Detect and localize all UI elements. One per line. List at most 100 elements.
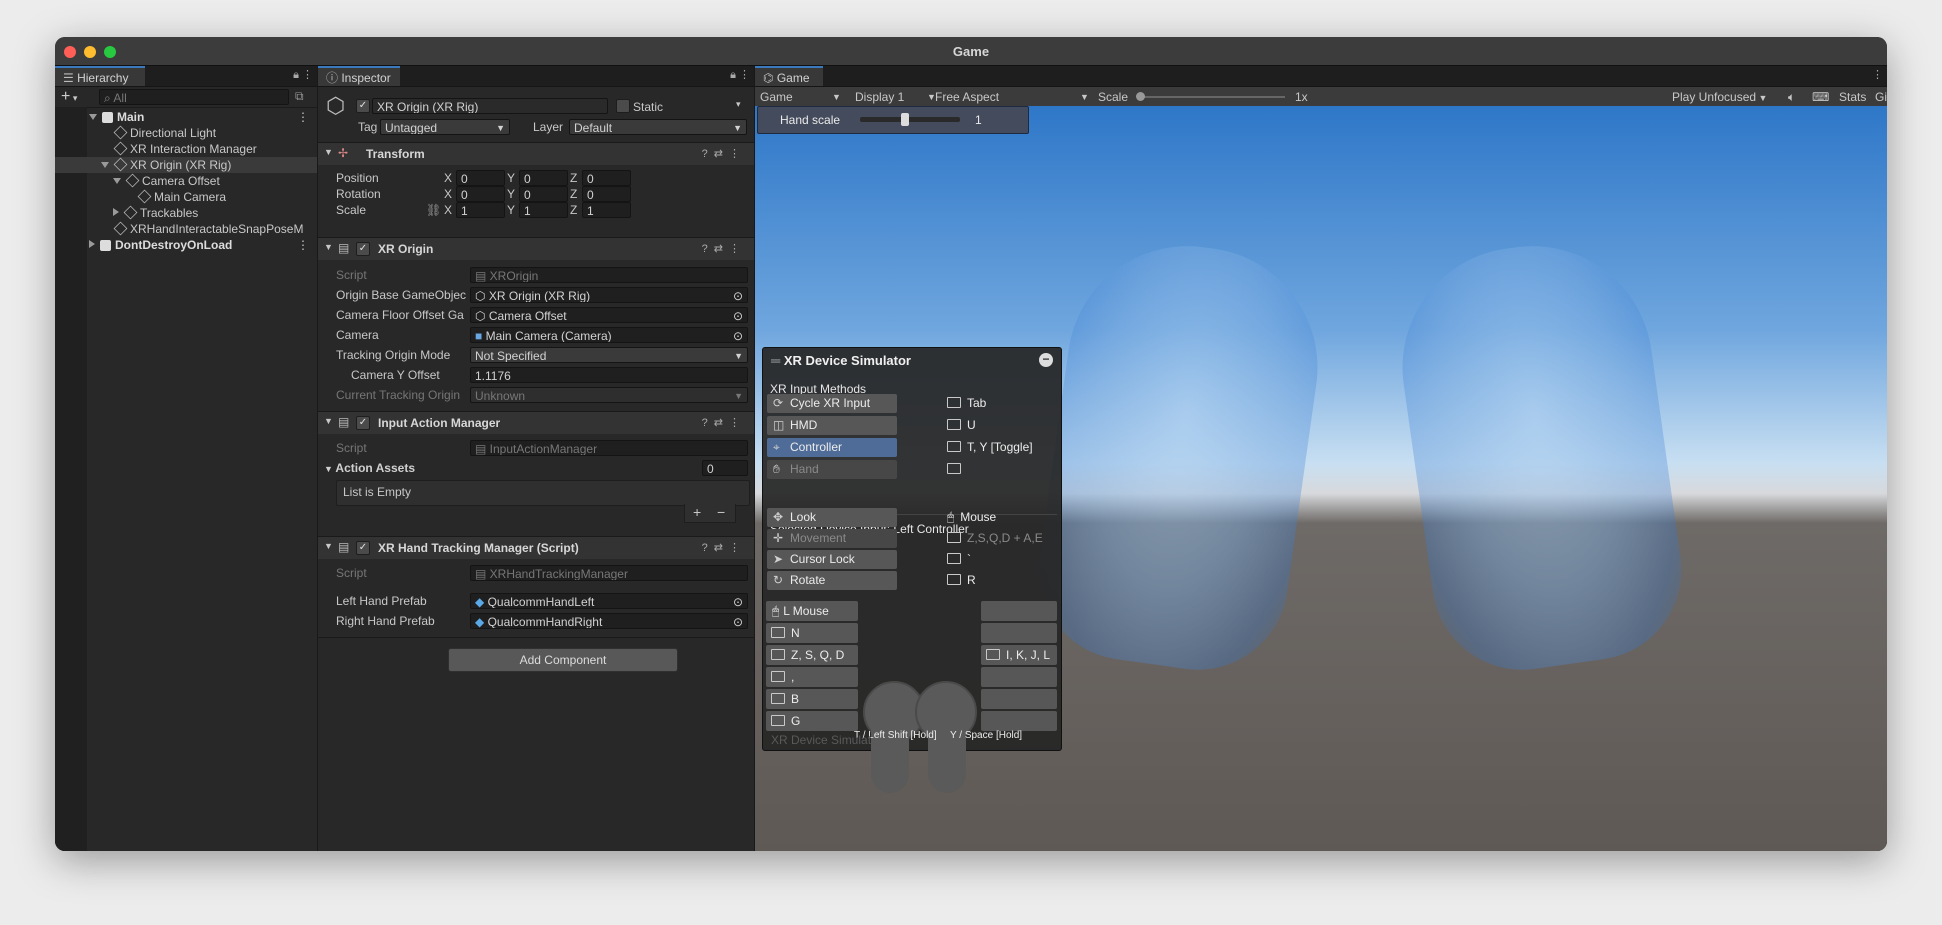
action-assets-count-field[interactable]: 0 bbox=[702, 460, 748, 476]
gizmos-dropdown[interactable]: Gizmos ▼ bbox=[1875, 89, 1887, 105]
list-add-button[interactable]: + bbox=[693, 504, 701, 520]
chevron-down-icon[interactable]: ▾ bbox=[736, 99, 741, 110]
transform-scale-y-field[interactable]: 1 bbox=[519, 202, 568, 218]
foldout-arrow-icon[interactable] bbox=[89, 240, 95, 248]
list-remove-button[interactable]: − bbox=[717, 504, 725, 520]
hand-scale-slider-handle[interactable] bbox=[901, 113, 909, 126]
lock-icon[interactable]: 🔒︎ bbox=[730, 69, 736, 81]
xr-origin-enabled-checkbox[interactable]: ✓ bbox=[356, 242, 370, 256]
foldout-arrow-icon[interactable] bbox=[113, 178, 121, 184]
kebab-menu-icon[interactable]: ⋮ bbox=[729, 542, 746, 554]
camera-field[interactable]: ■ Main Camera (Camera) ⊙ bbox=[470, 327, 748, 343]
transform-position-z-field[interactable]: 0 bbox=[582, 170, 631, 186]
tab-inspector[interactable]: ⓘ Inspector bbox=[318, 66, 400, 86]
left-controller-binding[interactable]: 🖱︎ L Mouse bbox=[766, 601, 858, 621]
right-controller-binding[interactable] bbox=[981, 601, 1057, 621]
hierarchy-search-input[interactable]: ⌕ All bbox=[99, 89, 289, 105]
transform-rotation-y-field[interactable]: 0 bbox=[519, 186, 568, 202]
scale-slider[interactable] bbox=[1136, 92, 1285, 101]
foldout-arrow-icon[interactable]: ▼ bbox=[324, 242, 333, 252]
static-checkbox[interactable] bbox=[616, 99, 630, 113]
origin-base-field[interactable]: ⬡ XR Origin (XR Rig) ⊙ bbox=[470, 287, 748, 303]
object-active-checkbox[interactable]: ✓ bbox=[356, 99, 370, 113]
kebab-menu-icon[interactable]: ⋮ bbox=[1872, 69, 1883, 81]
hierarchy-item[interactable]: Directional Light bbox=[55, 125, 317, 141]
kebab-menu-icon[interactable]: ⋮ bbox=[297, 109, 309, 125]
camera-y-offset-field[interactable]: 1.1176 bbox=[470, 367, 748, 383]
preset-icon[interactable]: ⇄ bbox=[714, 417, 729, 429]
right-controller-binding[interactable] bbox=[981, 667, 1057, 687]
hierarchy-item[interactable]: Camera Offset bbox=[55, 173, 317, 189]
object-picker-icon[interactable]: ⊙ bbox=[733, 308, 743, 322]
scale-slider-handle[interactable] bbox=[1136, 92, 1145, 101]
hand-tracking-manager-enabled-checkbox[interactable]: ✓ bbox=[356, 541, 370, 555]
layer-dropdown[interactable]: Default ▼ bbox=[569, 119, 747, 135]
hierarchy-item[interactable]: XR Interaction Manager bbox=[55, 141, 317, 157]
camera-floor-offset-field[interactable]: ⬡ Camera Offset ⊙ bbox=[470, 307, 748, 323]
foldout-arrow-icon[interactable]: ▼ bbox=[324, 416, 333, 426]
device-input-button[interactable]: ↻ Rotate bbox=[767, 571, 897, 590]
stats-button[interactable]: Stats bbox=[1839, 89, 1866, 105]
device-input-button[interactable]: ✥ Look bbox=[767, 508, 897, 527]
kebab-menu-icon[interactable]: ⋮ bbox=[739, 69, 750, 81]
object-picker-icon[interactable]: ⊙ bbox=[733, 328, 743, 342]
view-dropdown[interactable]: Game ▼ bbox=[760, 89, 841, 105]
foldout-arrow-icon[interactable]: ▼ bbox=[324, 147, 333, 157]
right-controller-binding[interactable]: I, K, J, L bbox=[981, 645, 1057, 665]
action-assets-foldout[interactable]: ▼ Action Assets bbox=[324, 460, 415, 476]
transform-position-y-field[interactable]: 0 bbox=[519, 170, 568, 186]
hierarchy-item[interactable]: DontDestroyOnLoad ⋮ bbox=[55, 237, 317, 253]
hand-scale-slider[interactable] bbox=[860, 113, 960, 126]
kebab-menu-icon[interactable]: ⋮ bbox=[297, 237, 309, 253]
input-method-button[interactable]: ⌖ Controller bbox=[767, 438, 897, 457]
right-controller-binding[interactable] bbox=[981, 623, 1057, 643]
add-object-button[interactable]: + ▾ bbox=[61, 88, 77, 106]
tracking-origin-mode-dropdown[interactable]: Not Specified ▼ bbox=[470, 347, 748, 363]
input-action-manager-enabled-checkbox[interactable]: ✓ bbox=[356, 416, 370, 430]
device-input-button[interactable]: ➤ Cursor Lock bbox=[767, 550, 897, 569]
scene-visibility-icon[interactable]: ⧉ bbox=[295, 89, 304, 104]
display-dropdown[interactable]: Display 1 ▼ bbox=[855, 89, 936, 105]
tag-dropdown[interactable]: Untagged ▼ bbox=[380, 119, 510, 135]
hierarchy-item[interactable]: XR Origin (XR Rig) bbox=[55, 157, 317, 173]
kebab-menu-icon[interactable]: ⋮ bbox=[729, 148, 746, 160]
foldout-arrow-icon[interactable] bbox=[113, 208, 119, 216]
left-controller-binding[interactable]: G bbox=[766, 711, 858, 731]
help-icon[interactable]: ? bbox=[702, 148, 714, 160]
right-controller-binding[interactable] bbox=[981, 689, 1057, 709]
object-picker-icon[interactable]: ⊙ bbox=[733, 288, 743, 302]
preset-icon[interactable]: ⇄ bbox=[714, 243, 729, 255]
aspect-dropdown[interactable]: Free Aspect ▼ bbox=[935, 89, 1089, 105]
game-viewport[interactable]: Hand scale 1 ═ XR Device Simulator − XR … bbox=[755, 106, 1887, 851]
kebab-menu-icon[interactable]: ⋮ bbox=[729, 243, 746, 255]
input-method-button[interactable]: ⟳ Cycle XR Input bbox=[767, 394, 897, 413]
hierarchy-item[interactable]: XRHandInteractableSnapPoseM bbox=[55, 221, 317, 237]
tab-game[interactable]: ⌬ Game bbox=[755, 66, 823, 86]
hand-tracking-manager-header[interactable]: ▼ ▤ ✓ XR Hand Tracking Manager (Script) … bbox=[318, 536, 754, 559]
link-icon[interactable]: ⛓ bbox=[426, 202, 441, 218]
object-name-field[interactable]: XR Origin (XR Rig) bbox=[372, 98, 608, 114]
input-method-button[interactable]: ✋︎ Hand bbox=[767, 460, 897, 479]
transform-scale-x-field[interactable]: 1 bbox=[456, 202, 505, 218]
xr-origin-header[interactable]: ▼ ▤ ✓ XR Origin ?⇄⋮ bbox=[318, 237, 754, 260]
left-controller-binding[interactable]: Z, S, Q, D bbox=[766, 645, 858, 665]
transform-scale-z-field[interactable]: 1 bbox=[582, 202, 631, 218]
preset-icon[interactable]: ⇄ bbox=[714, 148, 729, 160]
lock-icon[interactable]: 🔒︎ bbox=[293, 69, 299, 81]
kebab-menu-icon[interactable]: ⋮ bbox=[729, 417, 746, 429]
left-hand-prefab-field[interactable]: ◆ QualcommHandLeft ⊙ bbox=[470, 593, 748, 609]
hierarchy-item[interactable]: Trackables bbox=[55, 205, 317, 221]
input-action-manager-header[interactable]: ▼ ▤ ✓ Input Action Manager ?⇄⋮ bbox=[318, 411, 754, 434]
left-controller-binding[interactable]: , bbox=[766, 667, 858, 687]
object-picker-icon[interactable]: ⊙ bbox=[733, 614, 743, 628]
hierarchy-item[interactable]: Main Camera bbox=[55, 189, 317, 205]
right-hand-prefab-field[interactable]: ◆ QualcommHandRight ⊙ bbox=[470, 613, 748, 629]
device-input-button[interactable]: ✛ Movement bbox=[767, 529, 897, 548]
keyboard-shortcuts-icon[interactable]: ⌨ bbox=[1812, 89, 1829, 105]
object-picker-icon[interactable]: ⊙ bbox=[733, 594, 743, 608]
kebab-menu-icon[interactable]: ⋮ bbox=[302, 69, 313, 81]
play-mode-dropdown[interactable]: Play Unfocused ▼ bbox=[1672, 89, 1767, 105]
transform-rotation-z-field[interactable]: 0 bbox=[582, 186, 631, 202]
left-controller-binding[interactable]: B bbox=[766, 689, 858, 709]
drag-handle-icon[interactable]: ═ bbox=[771, 353, 784, 368]
